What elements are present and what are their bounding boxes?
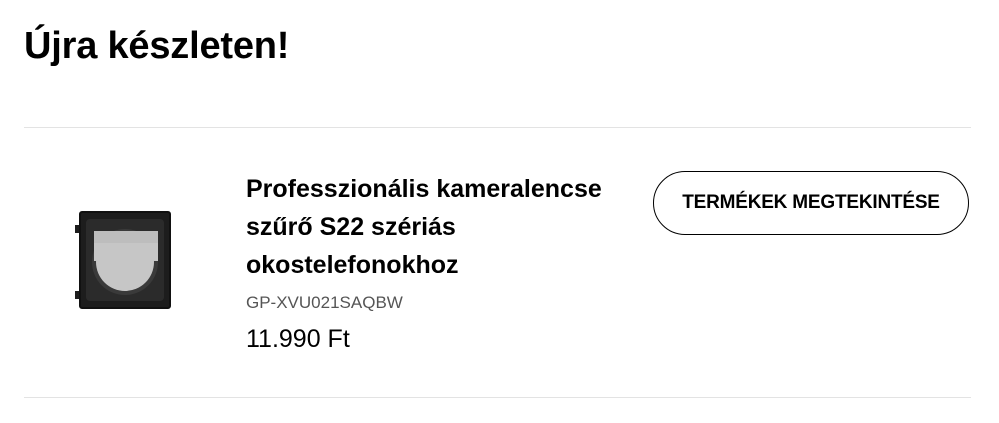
page-title: Újra készleten!: [24, 25, 290, 67]
product-name[interactable]: Professzionális kameralencse szűrő S22 s…: [246, 170, 626, 284]
camera-lens-filter-icon: [75, 211, 171, 309]
product-image[interactable]: [72, 207, 172, 311]
product-price: 11.990 Ft: [246, 325, 350, 353]
top-divider: [24, 127, 971, 128]
product-info: Professzionális kameralencse szűrő S22 s…: [246, 170, 626, 354]
product-sku: GP-XVU021SAQBW: [246, 293, 403, 312]
view-products-button[interactable]: TERMÉKEK MEGTEKINTÉSE: [653, 171, 969, 235]
bottom-divider: [24, 397, 971, 398]
